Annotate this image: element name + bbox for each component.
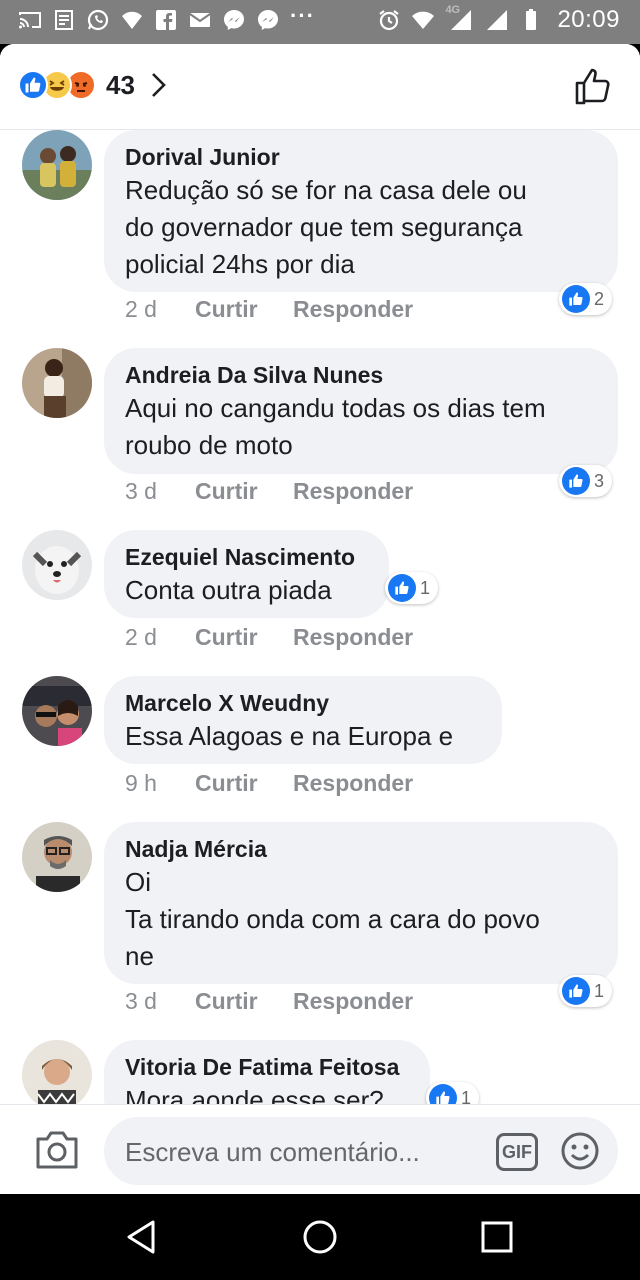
clock: 20:09 [557,6,620,33]
like-comment-button[interactable]: Curtir [195,296,293,323]
like-comment-button[interactable]: Curtir [195,624,293,651]
comments-list: Dorival Junior Redução só se for na casa… [0,130,640,1105]
comment-author[interactable]: Ezequiel Nascimento [125,542,369,572]
comment-actions: 2 d Curtir Responder [125,624,413,651]
signal-icon [451,10,472,30]
reply-button[interactable]: Responder [293,770,413,797]
avatar[interactable] [22,130,92,200]
comment-likes-badge[interactable]: 1 [385,572,439,604]
comment-time[interactable]: 9 h [125,770,195,797]
notification-icons: ··· [18,3,315,32]
comment-author[interactable]: Andreia Da Silva Nunes [125,360,598,390]
back-icon[interactable] [121,1216,163,1258]
comment-bubble: Vitoria De Fatima Feitosa Mora aonde ess… [104,1040,430,1105]
reactions-summary[interactable]: 43 [18,68,169,102]
avatar[interactable] [22,530,92,600]
comment-actions: 9 h Curtir Responder [125,770,413,797]
like-icon [429,1084,457,1105]
reaction-count: 43 [106,69,135,100]
avatar[interactable] [22,1040,92,1105]
comment-likes-badge[interactable]: 1 [559,975,613,1007]
comment-bubble: Ezequiel Nascimento Conta outra piada [104,530,389,618]
mail-icon [189,13,211,27]
comment-author[interactable]: Dorival Junior [125,142,598,172]
like-count: 2 [594,288,605,309]
like-post-icon[interactable] [574,66,614,106]
signal-icon [487,10,508,30]
comment-time[interactable]: 3 d [125,988,195,1015]
comment-input[interactable]: Escreva um comentário... GIF [104,1117,618,1185]
avatar[interactable] [22,676,92,746]
comment-author[interactable]: Nadja Mércia [125,834,598,864]
comment-bubble: Nadja Mércia Oi Ta tirando onda com a ca… [104,822,618,984]
comment-text: Conta outra piada [125,575,332,605]
comment-bubble: Andreia Da Silva Nunes Aqui no cangandu … [104,348,618,474]
comment-text: Essa Alagoas e na Europa e [125,721,454,751]
comment-text: Redução só se for na casa dele ou do gov… [125,175,527,279]
gif-button[interactable]: GIF [496,1133,538,1171]
system-nav-bar [0,1194,640,1280]
comment-composer: Escreva um comentário... GIF [0,1104,640,1194]
reply-button[interactable]: Responder [293,988,413,1015]
shield-wifi-icon [122,11,142,29]
comment-actions: 3 d Curtir Responder [125,988,413,1015]
battery-icon [526,9,537,30]
like-count: 1 [461,1087,472,1106]
like-icon [562,467,590,495]
smiley-icon[interactable] [560,1131,600,1171]
comment-author[interactable]: Marcelo X Weudny [125,688,482,718]
chevron-right-icon [152,73,166,97]
comment-likes-badge[interactable]: 3 [559,465,613,497]
comment-actions: 3 d Curtir Responder [125,478,413,505]
like-icon [562,285,590,313]
system-icons: 4G 20:09 [377,4,620,34]
facebook-icon [156,10,176,30]
comment-time[interactable]: 2 d [125,624,195,651]
reply-button[interactable]: Responder [293,478,413,505]
status-bar: ··· 4G 20:09 [0,0,640,44]
whatsapp-icon [87,9,109,31]
messenger-icon [224,10,244,30]
comment-input-placeholder: Escreva um comentário... [125,1137,420,1167]
comment-author[interactable]: Vitoria De Fatima Feitosa [125,1052,410,1082]
like-reaction-icon [18,70,48,100]
camera-icon[interactable] [34,1129,80,1171]
home-icon[interactable] [299,1216,341,1258]
recents-icon[interactable] [476,1216,518,1258]
mobile-signal: 4G [445,4,475,32]
more-dots-icon: ··· [290,3,315,28]
like-count: 1 [420,577,431,598]
like-count: 1 [594,980,605,1001]
avatar[interactable] [22,822,92,892]
comment-text: Aqui no cangandu todas os dias tem roubo… [125,393,546,460]
like-count: 3 [594,470,605,491]
reader-icon [55,10,73,30]
cast-icon [19,12,41,29]
comment-bubble: Marcelo X Weudny Essa Alagoas e na Europ… [104,676,502,764]
like-comment-button[interactable]: Curtir [195,770,293,797]
reply-button[interactable]: Responder [293,296,413,323]
reactions-header: 43 [0,44,640,130]
comment-bubble: Dorival Junior Redução só se for na casa… [104,130,618,292]
like-comment-button[interactable]: Curtir [195,988,293,1015]
like-comment-button[interactable]: Curtir [195,478,293,505]
comment-time[interactable]: 2 d [125,296,195,323]
like-icon [388,574,416,602]
wifi-icon [412,11,435,29]
reply-button[interactable]: Responder [293,624,413,651]
comment-likes-badge[interactable]: 2 [559,283,613,315]
messenger-icon [258,10,278,30]
alarm-icon [379,10,400,31]
comment-text: Mora aonde esse ser? [125,1085,384,1105]
comments-sheet: 43 Dorival Junior Redução só se for na c… [0,44,640,1194]
comment-likes-badge[interactable]: 1 [426,1082,480,1106]
like-icon [562,977,590,1005]
comment-time[interactable]: 3 d [125,478,195,505]
comment-actions: 2 d Curtir Responder [125,296,413,323]
avatar[interactable] [22,348,92,418]
comment-text: Oi Ta tirando onda com a cara do povo ne [125,867,540,971]
